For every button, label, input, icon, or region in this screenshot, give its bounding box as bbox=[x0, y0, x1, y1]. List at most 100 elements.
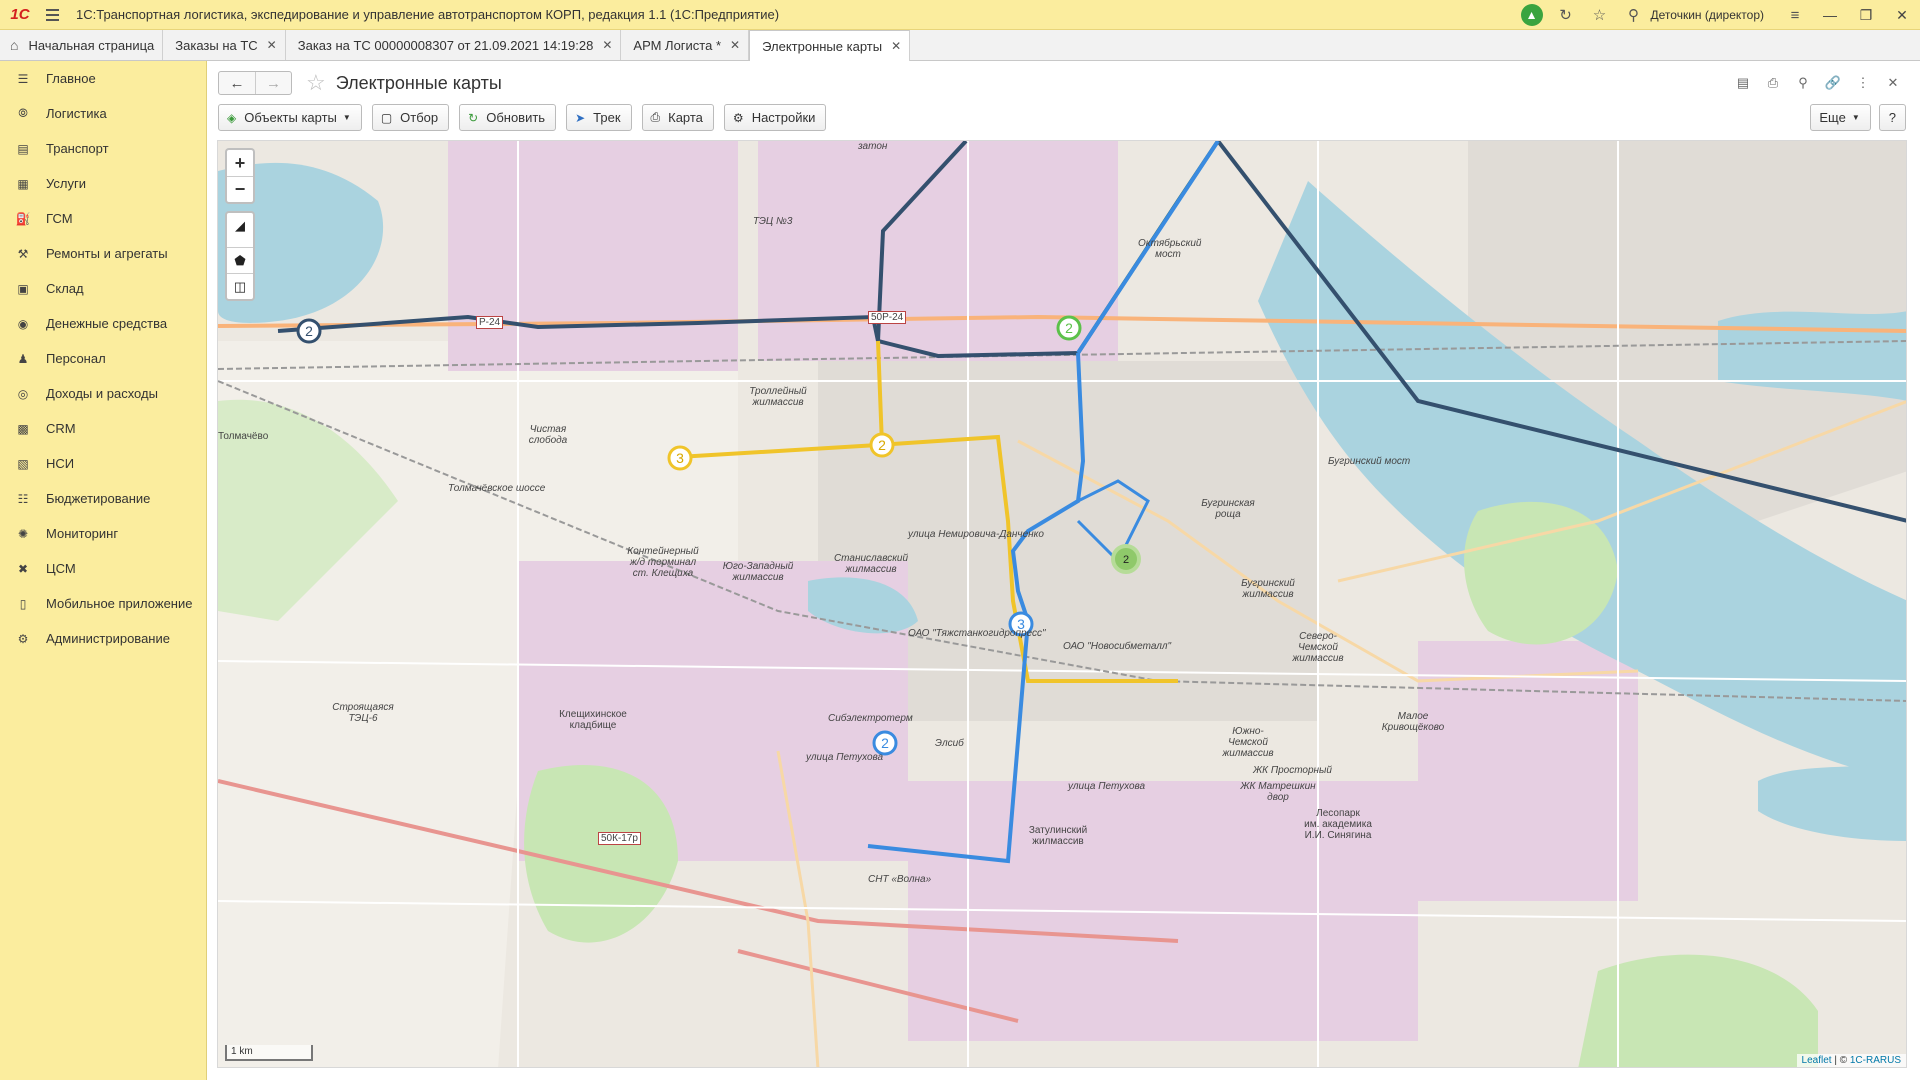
close-icon[interactable]: ✕ bbox=[267, 38, 277, 52]
sidebar-item-main[interactable]: ☰ Главное bbox=[0, 61, 206, 96]
rarus-link[interactable]: 1C-RARUS bbox=[1850, 1055, 1901, 1066]
warehouse-icon: ▣ bbox=[17, 281, 29, 296]
control-separator bbox=[227, 239, 253, 247]
current-user[interactable]: Деточкин (директор) bbox=[1651, 8, 1764, 22]
trash-icon[interactable]: ◫ bbox=[227, 273, 253, 299]
map-label: Бугринский мост bbox=[1328, 456, 1411, 467]
tab-vehicle-orders[interactable]: Заказы на ТС ✕ bbox=[163, 30, 286, 60]
sidebar-item-logistics[interactable]: ⦾ Логистика bbox=[0, 96, 206, 131]
sidebar-item-services[interactable]: ▦ Услуги bbox=[0, 166, 206, 201]
restore-button[interactable]: ❐ bbox=[1848, 0, 1884, 30]
zoom-in-button[interactable]: + bbox=[227, 150, 253, 176]
map-label: улица Петухова bbox=[1068, 781, 1146, 792]
settings-button[interactable]: ⚙ Настройки bbox=[723, 104, 827, 131]
sidebar-item-label: Бюджетирование bbox=[46, 491, 151, 506]
minimize-button[interactable]: — bbox=[1812, 0, 1848, 30]
marker-cluster[interactable]: 2 bbox=[1111, 544, 1141, 574]
favorite-star-icon[interactable]: ☆ bbox=[306, 70, 326, 96]
refresh-button[interactable]: ↻ Обновить bbox=[459, 104, 557, 131]
sidebar-item-warehouse[interactable]: ▣ Склад bbox=[0, 271, 206, 306]
sidebar-item-crm[interactable]: ▩ CRM bbox=[0, 411, 206, 446]
tab-vehicle-order[interactable]: Заказ на ТС 00000008307 от 21.09.2021 14… bbox=[285, 30, 622, 60]
filter-icon: ▢ bbox=[380, 110, 393, 125]
sidebar-item-transport[interactable]: ▤ Транспорт bbox=[0, 131, 206, 166]
more-vertical-icon[interactable]: ⋮ bbox=[1848, 71, 1878, 95]
marker-count: 2 bbox=[1065, 320, 1073, 336]
sidebar-item-budgeting[interactable]: ☷ Бюджетирование bbox=[0, 481, 206, 516]
sidebar-item-label: Услуги bbox=[46, 176, 86, 191]
sidebar-item-repairs[interactable]: ⚒ Ремонты и агрегаты bbox=[0, 236, 206, 271]
leaflet-link[interactable]: Leaflet bbox=[1802, 1055, 1832, 1066]
map-label: Бугринская роща bbox=[1201, 498, 1255, 520]
map-label: Станиславский жилмассив bbox=[833, 553, 909, 575]
polygon-icon[interactable]: ⬟ bbox=[227, 247, 253, 273]
sidebar-item-monitoring[interactable]: ✺ Мониторинг bbox=[0, 516, 206, 551]
favorites-icon[interactable]: ☆ bbox=[1583, 0, 1617, 30]
tab-bar: ⌂ Начальная страница Заказы на ТС ✕ Заказ … bbox=[0, 30, 1920, 61]
home-icon: ⌂ bbox=[10, 37, 19, 53]
route-marker-green[interactable]: 2 bbox=[1056, 315, 1082, 341]
map-label: Клещихинское кладбище bbox=[559, 709, 627, 731]
link-icon[interactable]: 🔗 bbox=[1818, 71, 1848, 95]
back-button[interactable]: ← bbox=[219, 72, 255, 94]
map-label: Лесопарк им. академика И.И. Синягина bbox=[1304, 808, 1372, 841]
map-label: улица Немировича-Данченко bbox=[908, 529, 1044, 540]
sidebar-item-administration[interactable]: ⚙ Администрирование bbox=[0, 621, 206, 656]
route-marker-yellow-2[interactable]: 2 bbox=[869, 432, 895, 458]
close-form-icon[interactable]: ✕ bbox=[1878, 71, 1908, 95]
close-icon[interactable]: ✕ bbox=[891, 39, 901, 53]
close-icon[interactable]: ✕ bbox=[602, 38, 612, 52]
settings-menu-icon[interactable]: ≡ bbox=[1778, 0, 1812, 30]
map-objects-dropdown[interactable]: ◈ Объекты карты ▼ bbox=[218, 104, 362, 131]
sidebar-item-money[interactable]: ◉ Денежные средства bbox=[0, 306, 206, 341]
ruler-icon[interactable]: ◢ bbox=[227, 213, 253, 239]
content-area: ← → ☆ Электронные карты ▤ ⎙ ⚲ 🔗 ⋮ ✕ ◈ Объ… bbox=[208, 61, 1920, 1080]
track-label: Трек bbox=[593, 110, 621, 125]
truck-icon: ▤ bbox=[17, 141, 29, 156]
electronic-map[interactable]: 2 3 2 2 2 3 2 Толмачёво Чистая слобода Т… bbox=[217, 140, 1907, 1068]
track-button[interactable]: ➤ Трек bbox=[566, 104, 632, 131]
history-icon[interactable]: ↻ bbox=[1549, 0, 1583, 30]
title-bar-controls: ▲ ↻ ☆ ⚲ Деточкин (директор) ≡ — ❐ ✕ bbox=[1515, 0, 1920, 30]
map-print-button[interactable]: ⎙ Карта bbox=[641, 104, 714, 131]
map-label: Троллейный жилмассив bbox=[749, 386, 807, 408]
sidebar-item-income-expenses[interactable]: ◎ Доходы и расходы bbox=[0, 376, 206, 411]
tab-electronic-maps[interactable]: Электронные карты ✕ bbox=[749, 30, 911, 61]
print-icon[interactable]: ⎙ bbox=[1758, 71, 1788, 95]
help-label: ? bbox=[1888, 110, 1896, 125]
notifications-button[interactable]: ▲ bbox=[1515, 0, 1549, 30]
close-icon[interactable]: ✕ bbox=[730, 38, 740, 52]
sidebar-item-fuel[interactable]: ⛽ ГСМ bbox=[0, 201, 206, 236]
sidebar-item-csm[interactable]: ✖ ЦСМ bbox=[0, 551, 206, 586]
sidebar-item-label: Персонал bbox=[46, 351, 106, 366]
tab-label: Начальная страница bbox=[28, 37, 155, 53]
tab-logist-workplace[interactable]: АРМ Логиста * ✕ bbox=[621, 30, 750, 60]
tab-label: Заказы на ТС bbox=[175, 37, 258, 53]
sidebar-item-label: CRM bbox=[46, 421, 76, 436]
sidebar-item-label: Главное bbox=[46, 71, 96, 86]
sidebar-item-nsi[interactable]: ▧ НСИ bbox=[0, 446, 206, 481]
more-label: Еще bbox=[1819, 110, 1846, 125]
map-canvas[interactable]: 2 3 2 2 2 3 2 bbox=[218, 141, 1907, 1068]
industrial-zone bbox=[448, 141, 738, 371]
page-title: Электронные карты bbox=[335, 72, 502, 93]
forward-button[interactable]: → bbox=[255, 72, 291, 94]
map-label: ТЭЦ №3 bbox=[753, 216, 793, 227]
route-marker-navy[interactable]: 2 bbox=[296, 318, 322, 344]
help-button[interactable]: ? bbox=[1878, 104, 1906, 131]
sidebar-item-personnel[interactable]: ♟ Персонал bbox=[0, 341, 206, 376]
route-marker-blue-2[interactable]: 2 bbox=[872, 730, 898, 756]
save-icon[interactable]: ▤ bbox=[1728, 71, 1758, 95]
sidebar-item-mobile-app[interactable]: ▯ Мобильное приложение bbox=[0, 586, 206, 621]
search-icon[interactable]: ⚲ bbox=[1617, 0, 1651, 30]
route-marker-yellow-3[interactable]: 3 bbox=[667, 445, 693, 471]
filter-button[interactable]: ▢ Отбор bbox=[371, 104, 450, 131]
preview-icon[interactable]: ⚲ bbox=[1788, 71, 1818, 95]
more-button[interactable]: Еще ▼ bbox=[1810, 104, 1871, 131]
main-menu-icon[interactable] bbox=[40, 0, 64, 30]
zoom-out-button[interactable]: − bbox=[227, 176, 253, 202]
tab-home[interactable]: ⌂ Начальная страница bbox=[0, 30, 164, 60]
refresh-label: Обновить bbox=[486, 110, 546, 125]
close-window-button[interactable]: ✕ bbox=[1884, 0, 1920, 30]
sections-sidebar: ☰ Главное ⦾ Логистика ▤ Транспорт ▦ Услуги ⛽… bbox=[0, 61, 207, 1080]
